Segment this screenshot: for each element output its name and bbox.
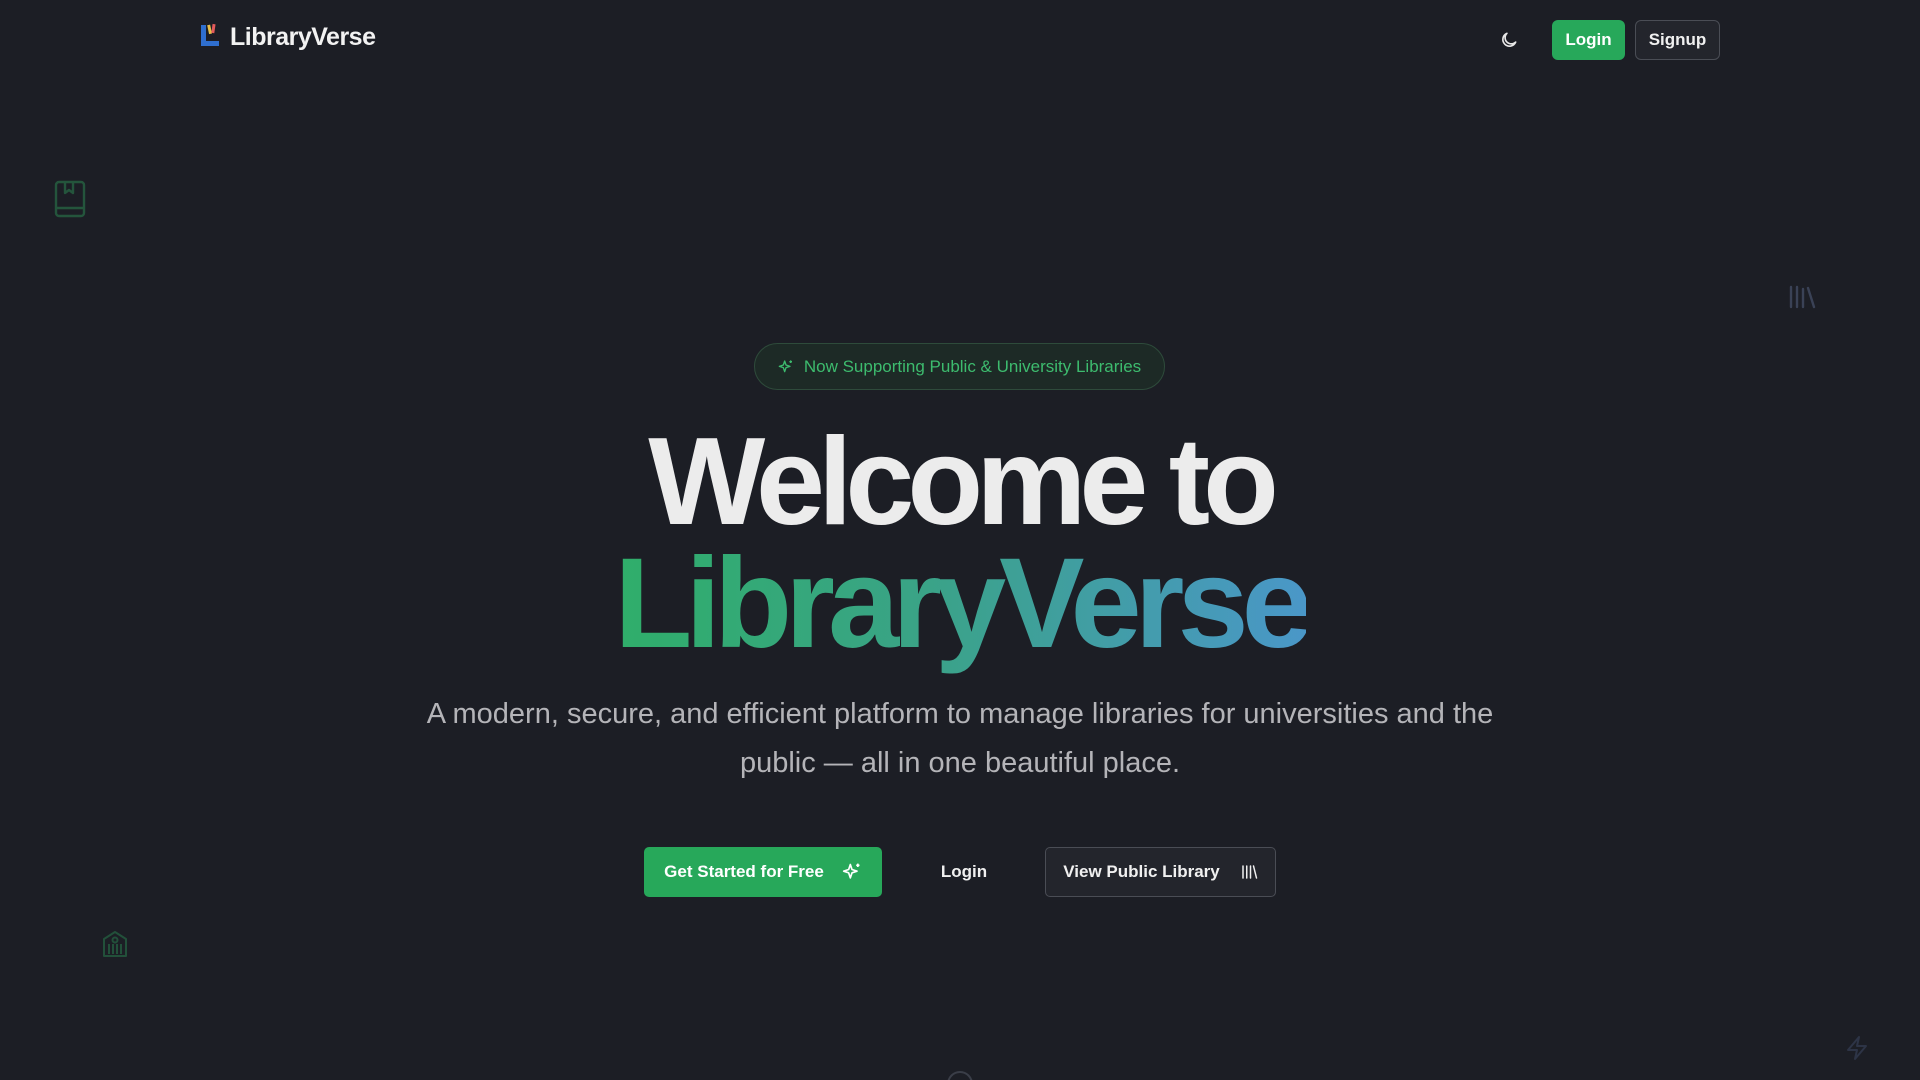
navbar: LibraryVerse Login Signup xyxy=(0,0,1920,82)
hero-login-button[interactable]: Login xyxy=(920,847,1008,897)
nav-login-button[interactable]: Login xyxy=(1552,20,1625,60)
sparkles-icon xyxy=(778,359,792,372)
lightning-icon xyxy=(1845,1035,1869,1066)
hero-title-line1: Welcome to xyxy=(648,413,1279,551)
view-public-library-button[interactable]: View Public Library xyxy=(1045,847,1276,897)
theme-toggle-button[interactable] xyxy=(1496,27,1522,53)
landing-page: LibraryVerse Login Signup Now Supporting… xyxy=(0,0,1920,1080)
get-started-label: Get Started for Free xyxy=(664,862,824,881)
badge-text: Now Supporting Public & University Libra… xyxy=(803,356,1142,376)
hero-subtitle: A modern, secure, and efficient platform… xyxy=(426,698,1494,779)
brand-logo-link[interactable]: LibraryVerse xyxy=(199,22,376,53)
get-started-button[interactable]: Get Started for Free xyxy=(644,847,882,897)
sparkles-icon xyxy=(842,863,860,879)
view-public-library-label: View Public Library xyxy=(1063,862,1220,881)
scroll-indicator-icon xyxy=(946,1070,974,1080)
announcement-badge: Now Supporting Public & University Libra… xyxy=(754,343,1165,390)
book-bookmark-icon xyxy=(54,180,86,223)
moon-icon xyxy=(1502,32,1517,47)
library-shelf-icon xyxy=(1788,285,1816,314)
building-icon xyxy=(101,930,129,963)
library-books-icon xyxy=(1242,865,1258,879)
hero-title-brand: LibraryVerse xyxy=(614,532,1313,675)
nav-signup-button[interactable]: Signup xyxy=(1635,20,1720,60)
hero-title-line2: LibraryVerse xyxy=(0,540,1920,668)
library-logo-icon xyxy=(199,22,221,53)
brand-name: LibraryVerse xyxy=(230,23,376,51)
